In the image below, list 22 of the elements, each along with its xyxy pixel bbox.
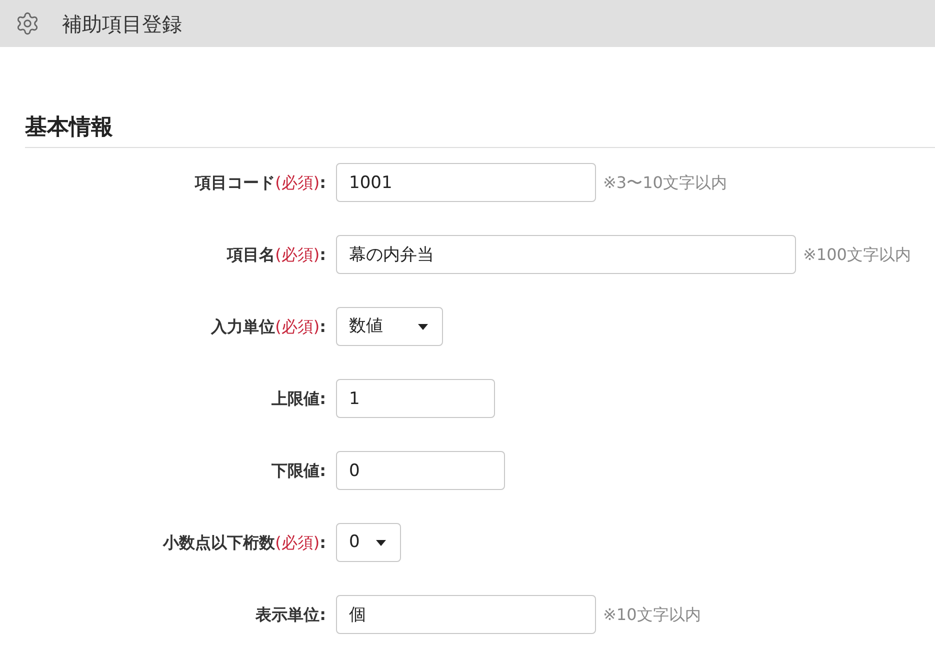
field-label: 表示単位: — [256, 604, 326, 626]
field-label: 項目名(必須): — [227, 244, 326, 266]
field-label: 小数点以下桁数(必須): — [163, 532, 326, 554]
text-input[interactable]: 幕の内弁当 — [336, 235, 796, 274]
field-label: 項目コード(必須): — [195, 172, 326, 194]
hint-text: ※10文字以内 — [603, 604, 701, 626]
text-input[interactable]: 1 — [336, 379, 495, 418]
settings-icon — [15, 11, 40, 36]
caret-down-icon — [376, 540, 386, 546]
text-input[interactable]: 個 — [336, 595, 596, 634]
page-title: 補助項目登録 — [62, 10, 182, 38]
field-label: 入力単位(必須): — [211, 316, 326, 338]
dropdown-select[interactable]: 数値 — [336, 307, 443, 346]
hint-text: ※3〜10文字以内 — [603, 172, 727, 194]
field-label: 上限値: — [272, 388, 326, 410]
text-input[interactable]: 0 — [336, 451, 505, 490]
hint-text: ※100文字以内 — [803, 244, 911, 266]
caret-down-icon — [418, 324, 428, 330]
field-label: 下限値: — [272, 460, 326, 482]
section-heading: 基本情報 — [25, 114, 113, 142]
text-input[interactable]: 1001 — [336, 163, 596, 202]
dropdown-select[interactable]: 0 — [336, 523, 401, 562]
